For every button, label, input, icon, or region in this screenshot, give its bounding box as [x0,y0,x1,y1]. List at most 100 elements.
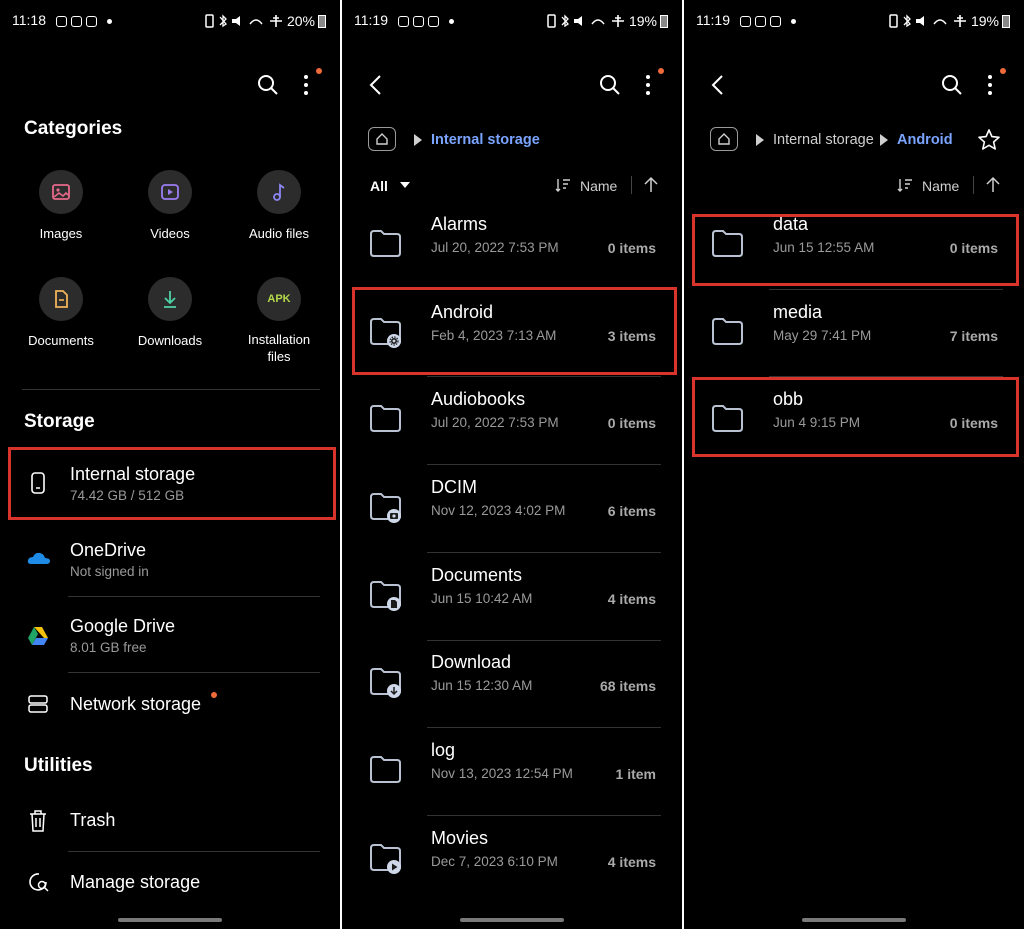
more-options-icon[interactable] [985,74,995,96]
folder-date: Nov 13, 2023 12:54 PM [431,766,573,782]
breadcrumb-arrow-icon [880,134,888,146]
notification-icons [56,12,112,30]
storage-onedrive[interactable]: OneDrive Not signed in [0,530,340,594]
status-bar: 11:19 19% [342,12,682,32]
sort-label[interactable]: Name [922,178,959,194]
connectivity-icons [547,14,624,28]
storage-subtitle: 8.01 GB free [70,640,147,655]
notification-icons [740,12,796,30]
folder-item-count: 1 item [615,766,656,783]
category-documents[interactable]: Documents [6,277,116,348]
apk-badge: APK [267,292,291,305]
folder-row-media[interactable]: media May 29 7:41 PM 7 items [684,290,1024,378]
status-time: 11:19 [354,12,388,28]
breadcrumb-internal-storage[interactable]: Internal storage [773,132,874,148]
notification-dot [211,692,217,698]
home-folder-icon[interactable] [368,127,396,151]
folder-item-count: 4 items [607,590,656,607]
folder-name: log [431,740,456,761]
status-bar: 11:18 20% [0,12,340,32]
utility-manage-storage[interactable]: Manage storage [0,860,340,906]
breadcrumb-android[interactable]: Android [897,132,953,148]
folder-row-movies[interactable]: Movies Dec 7, 2023 6:10 PM 4 items [342,816,682,904]
system-icons: 19% [546,12,668,30]
folder-item-count: 7 items [949,327,998,344]
internal-storage-panel: 11:19 19% Internal storage All Name Alar… [342,0,682,929]
search-icon[interactable] [599,74,621,96]
utilities-heading: Utilities [24,755,93,776]
category-label: Audio files [249,226,309,241]
folder-date: Nov 12, 2023 4:02 PM [431,502,566,518]
connectivity-icons [889,14,966,28]
highlight-box [352,287,677,375]
folder-item-count: 4 items [607,853,656,870]
search-icon[interactable] [941,74,963,96]
utility-title: Trash [70,810,116,830]
home-folder-icon[interactable] [710,127,738,151]
back-icon[interactable] [368,74,382,96]
chevron-down-icon[interactable] [399,181,411,189]
folder-name: media [773,301,823,322]
sort-icon[interactable] [897,177,913,193]
filter-dropdown[interactable]: All [370,178,388,194]
category-label: Downloads [137,333,203,348]
manage-storage-icon [29,873,49,892]
highlight-box [8,447,336,520]
category-videos[interactable]: Videos [115,170,225,241]
folder-icon [369,579,403,616]
system-icons: 20% [204,12,326,30]
battery-percent: 20% [286,13,315,29]
storage-title: Google Drive [70,616,176,636]
trash-icon [30,810,46,832]
folder-row-audiobooks[interactable]: Audiobooks Jul 20, 2022 7:53 PM 0 items [342,377,682,465]
breadcrumb-internal-storage[interactable]: Internal storage [431,132,540,148]
document-icon [39,277,83,321]
storage-network[interactable]: Network storage [0,682,340,730]
download-icon [148,277,192,321]
google-drive-icon [28,627,48,645]
more-options-icon[interactable] [301,74,311,96]
search-icon[interactable] [257,74,279,96]
divider [68,672,320,673]
image-icon [39,170,83,214]
back-icon[interactable] [710,74,724,96]
folder-icon [369,842,403,879]
category-images[interactable]: Images [6,170,116,241]
category-downloads[interactable]: Downloads [115,277,225,348]
storage-subtitle: Not signed in [70,564,149,579]
folder-row-log[interactable]: log Nov 13, 2023 12:54 PM 1 item [342,728,682,816]
folder-date: Jun 15 12:30 AM [431,678,533,694]
status-bar: 11:19 19% [684,12,1024,32]
arrow-up-icon[interactable] [644,176,658,194]
breadcrumb-arrow-icon [414,134,422,146]
battery-percent: 19% [628,13,657,29]
star-icon[interactable] [977,128,1001,152]
folder-date: May 29 7:41 PM [773,327,872,343]
apk-icon: APK [257,277,301,321]
category-label: Installation files [247,332,311,364]
home-indicator[interactable] [802,918,906,922]
storage-google-drive[interactable]: Google Drive 8.01 GB free [0,606,340,670]
home-indicator[interactable] [460,918,564,922]
divider [631,176,632,194]
folder-row-download[interactable]: Download Jun 15 12:30 AM 68 items [342,641,682,729]
sort-icon[interactable] [555,177,571,193]
category-label: Images [39,226,83,241]
utility-trash[interactable]: Trash [0,798,340,844]
battery-icon [660,14,668,28]
category-installation-files[interactable]: APK Installation files [224,277,334,365]
highlight-box [692,377,1019,457]
more-options-icon[interactable] [643,74,653,96]
sort-label[interactable]: Name [580,178,617,194]
home-indicator[interactable] [118,918,222,922]
arrow-up-icon[interactable] [986,176,1000,194]
category-audio-files[interactable]: Audio files [224,170,334,241]
folder-row-dcim[interactable]: DCIM Nov 12, 2023 4:02 PM 6 items [342,465,682,553]
folder-name: Alarms [431,213,488,234]
folder-row-alarms[interactable]: Alarms Jul 20, 2022 7:53 PM 0 items [342,202,682,290]
folder-icon [369,666,403,703]
categories-heading: Categories [24,118,123,139]
android-folder-panel: 11:19 19% Internal storage Android Name … [684,0,1024,929]
folder-item-count: 68 items [599,678,656,695]
folder-row-documents[interactable]: Documents Jun 15 10:42 AM 4 items [342,553,682,641]
